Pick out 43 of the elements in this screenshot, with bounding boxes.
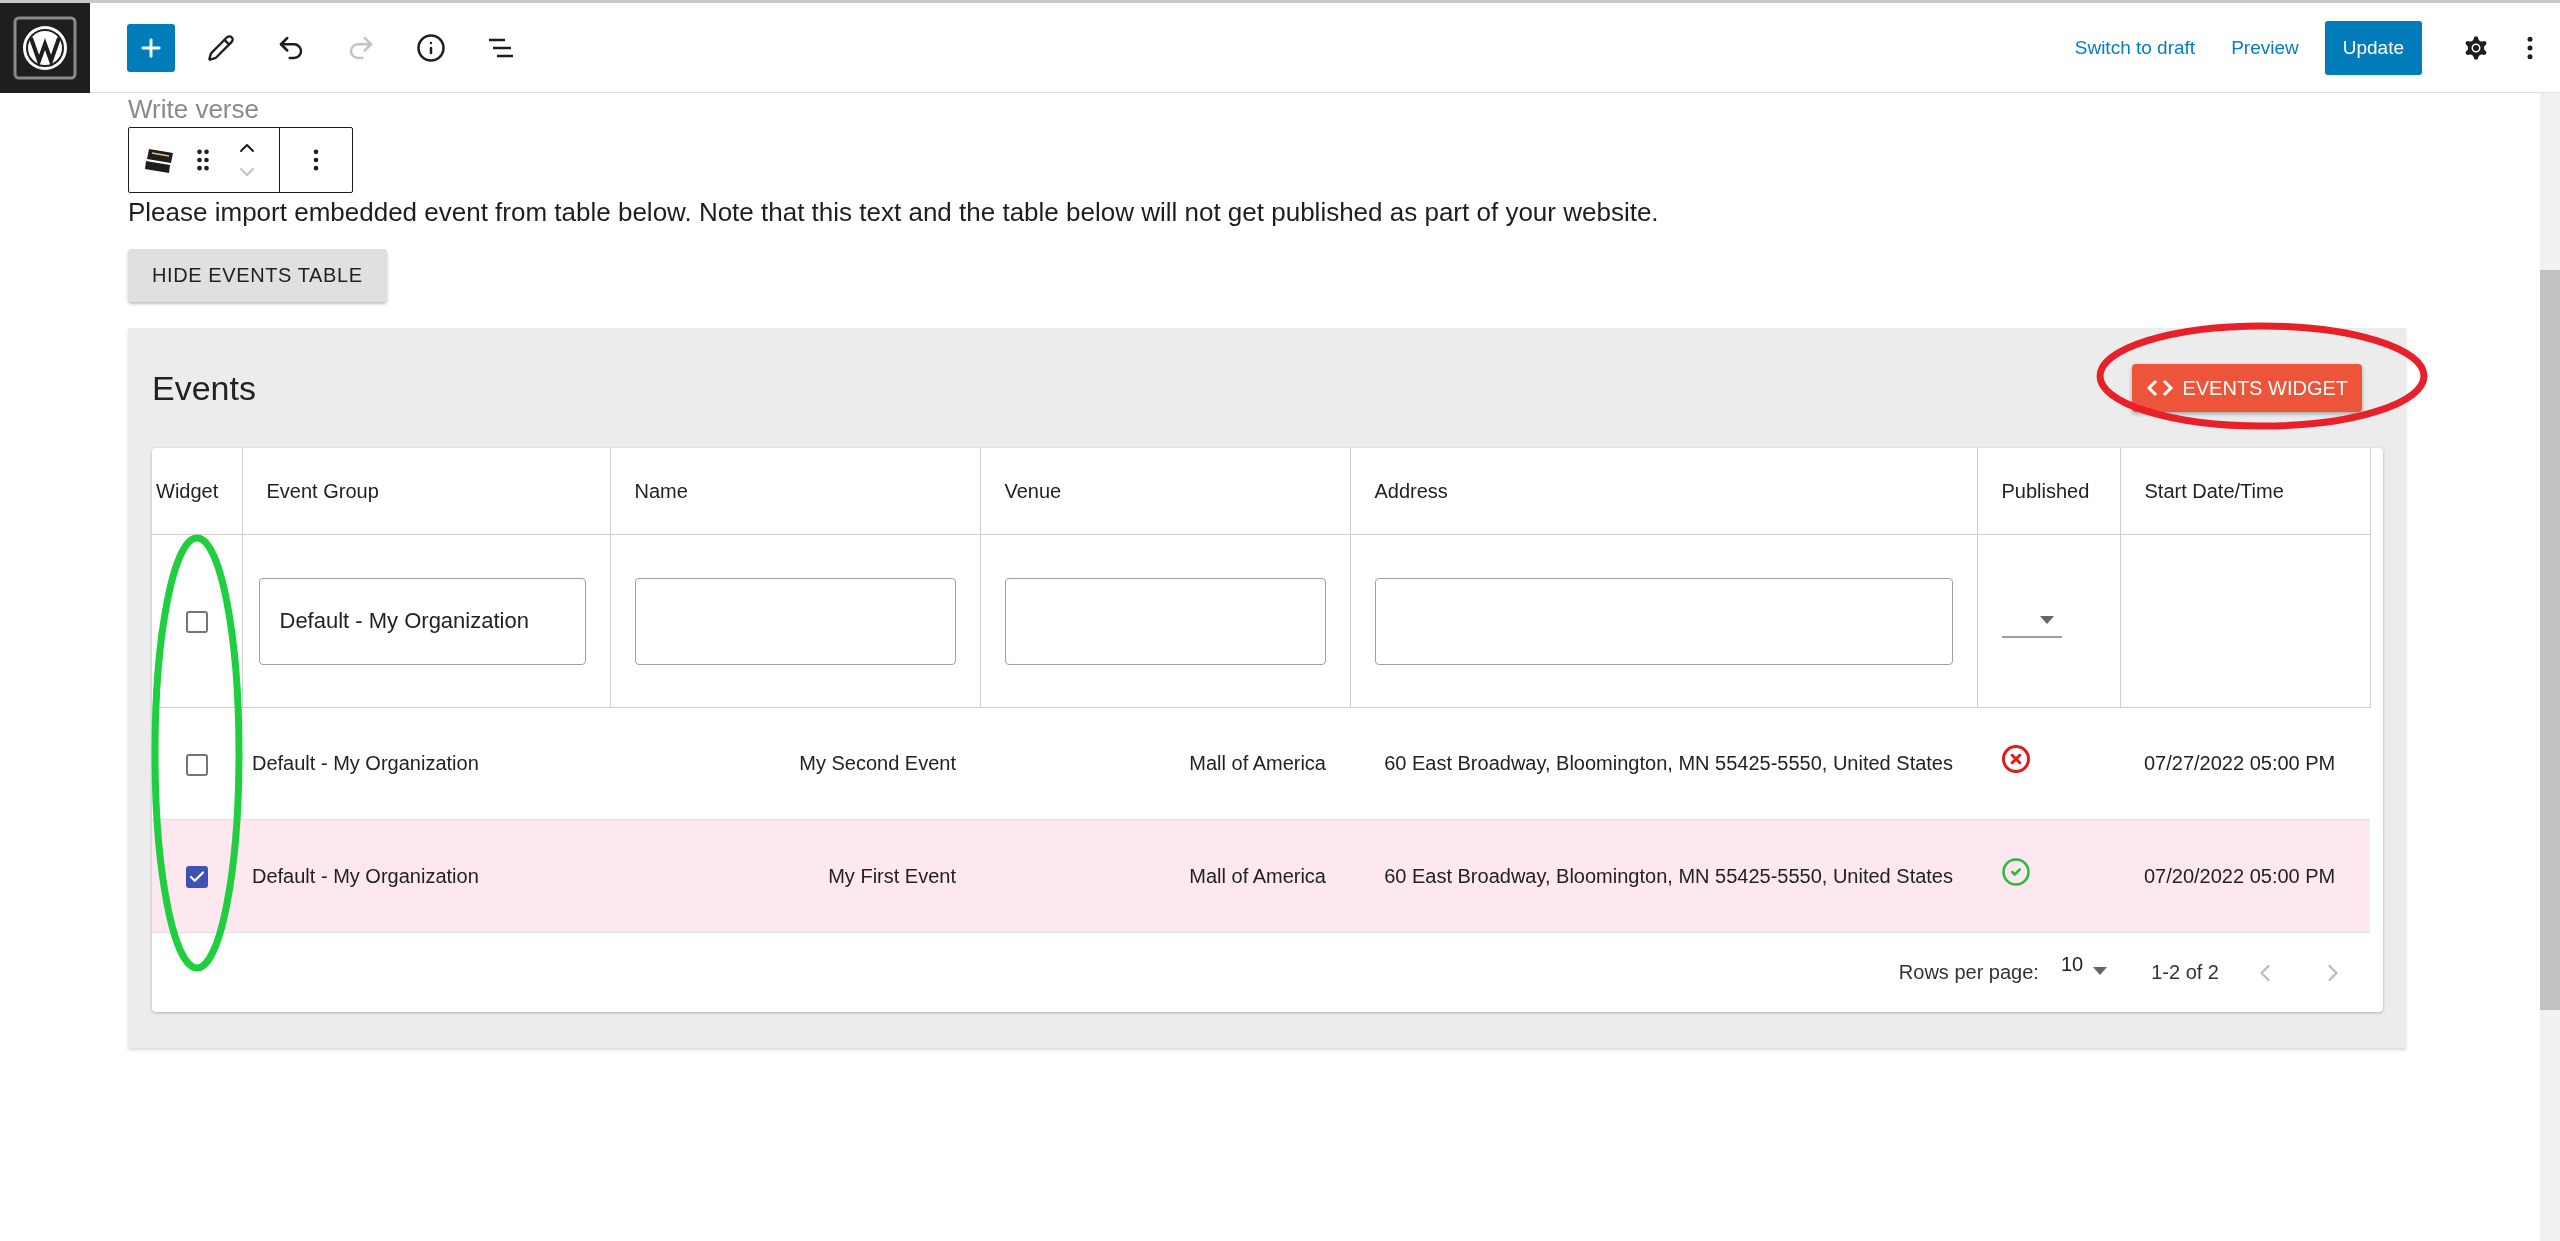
preview-link[interactable]: Preview: [2213, 26, 2317, 69]
rows-per-page-select[interactable]: 10: [2060, 952, 2108, 993]
logo-icon[interactable]: [13, 15, 77, 80]
column-header: Event Group: [242, 448, 610, 535]
page-range: 1-2 of 2: [2151, 961, 2219, 984]
table-cell: 60 East Broadway, Bloomington, MN 55425-5550, United States: [1384, 752, 1953, 774]
table-row[interactable]: Default - My Organization My Second Event Mall of America 60 East Broadway, Bloomington, MN 55425-5550, United States 07/27/2022 05:00 PM: [152, 707, 2370, 820]
events-widget-button[interactable]: EVENTS WIDGET: [2132, 364, 2362, 412]
checkbox[interactable]: [185, 610, 208, 633]
update-button[interactable]: Update: [2324, 20, 2422, 75]
placeholder-text: Write verse: [128, 93, 260, 125]
column-header: Address: [1350, 448, 1977, 535]
table-cell: Mall of America: [1189, 864, 1326, 887]
venue-filter-field[interactable]: [1004, 577, 1326, 665]
table-cell: Default - My Organization: [252, 864, 479, 887]
table-cell: Mall of America: [1189, 752, 1326, 774]
notice-text: Please import embedded event from table below. Note that this text and the table below will not get published as part of your website.: [128, 196, 1660, 229]
switch-to-draft-link[interactable]: Switch to draft: [2056, 26, 2214, 69]
table-cell: My First Event: [828, 864, 956, 887]
table-cell: My Second Event: [799, 752, 956, 774]
pencil-icon[interactable]: [207, 33, 235, 62]
code-icon[interactable]: [2146, 378, 2175, 398]
rows-per-page-label: Rows per page:: [1898, 961, 2039, 984]
column-header: Widget: [152, 448, 242, 535]
checkbox[interactable]: [186, 753, 208, 776]
table-cell: 60 East Broadway, Bloomington, MN 55425-5550, United States: [1384, 864, 1953, 887]
column-header: Published: [1977, 448, 2120, 535]
dropdown-caret-icon[interactable]: [2039, 616, 2054, 624]
info-icon[interactable]: [416, 32, 446, 63]
event-group-filter-field[interactable]: Default - My Organization: [258, 577, 586, 665]
add-block-button[interactable]: [127, 23, 175, 72]
column-header: Start Date/Time: [2120, 448, 2370, 535]
address-filter-field[interactable]: [1374, 577, 1953, 665]
scrollbar[interactable]: [2540, 93, 2560, 1241]
events-title: Events: [152, 368, 256, 408]
table-cell: 07/27/2022 05:00 PM: [2144, 752, 2336, 774]
column-header: Venue: [980, 448, 1350, 535]
table-cell: 07/20/2022 05:00 PM: [2144, 864, 2336, 887]
hide-events-table-button[interactable]: HIDE EVENTS TABLE: [128, 249, 387, 302]
name-filter-field[interactable]: [634, 577, 956, 665]
table-cell: Default - My Organization: [252, 752, 479, 774]
dropdown-caret-icon[interactable]: [2093, 966, 2108, 975]
column-header: Name: [610, 448, 980, 535]
